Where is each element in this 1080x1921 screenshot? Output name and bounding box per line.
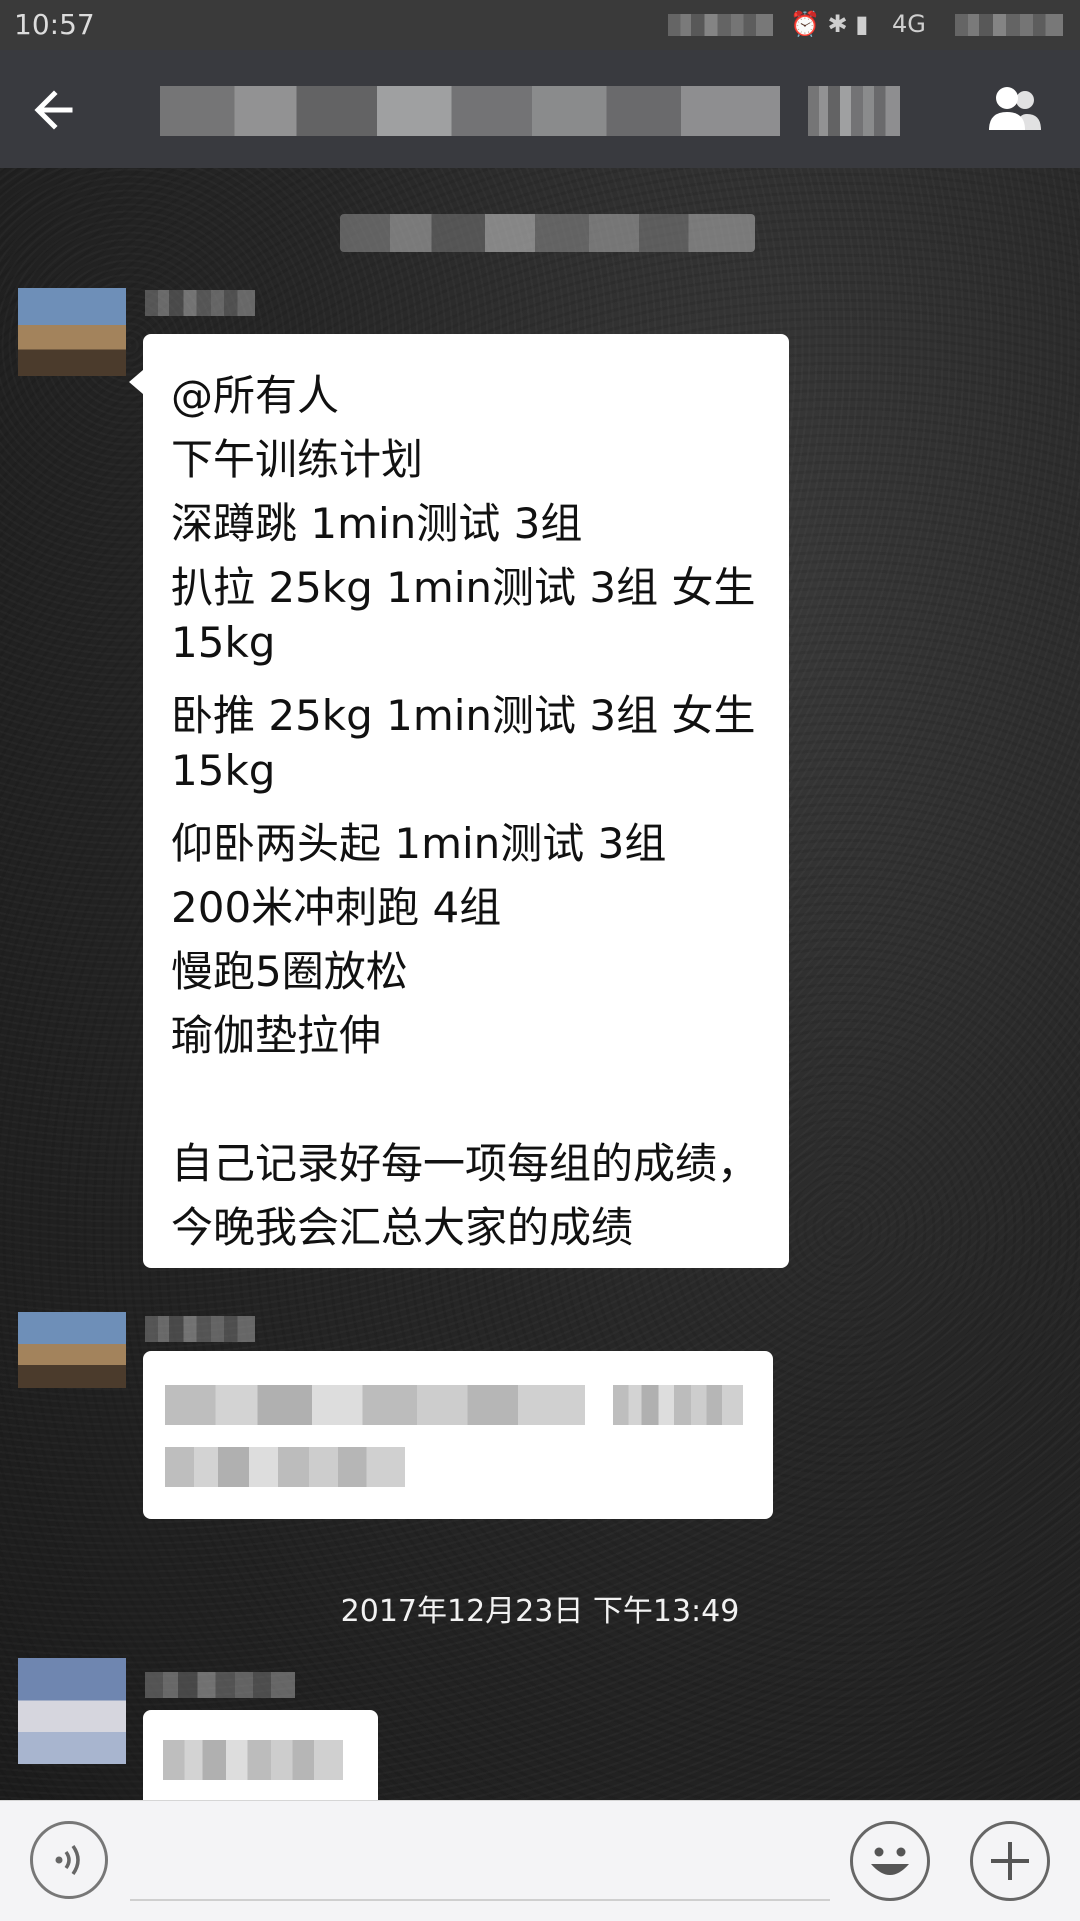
voice-button[interactable]: [30, 1821, 108, 1899]
emoji-icon: [871, 1847, 909, 1875]
message-line: 今晚我会汇总大家的成绩: [171, 1203, 634, 1252]
message-line: @所有人: [171, 371, 340, 420]
message-line: 慢跑5圈放松: [171, 947, 408, 996]
message-line: 扒拉 25kg 1min测试 3组 女生: [171, 563, 756, 612]
message-line: 卧推 25kg 1min测试 3组 女生: [171, 691, 756, 740]
blurred-text: [163, 1740, 343, 1780]
message-line: 15kg: [171, 618, 276, 667]
blurred-text: [165, 1447, 405, 1487]
status-blurred-area: [668, 14, 773, 36]
status-icons: ⏰ ✱ ▮: [790, 10, 869, 38]
message-line: 200米冲刺跑 4组: [171, 883, 502, 932]
message-bubble-blurred[interactable]: [143, 1351, 773, 1519]
avatar[interactable]: [18, 288, 126, 376]
chat-timestamp: 2017年12月23日 下午13:49: [340, 1594, 740, 1629]
message-line: 瑜伽垫拉伸: [171, 1011, 382, 1060]
avatar[interactable]: [18, 1658, 126, 1764]
message-input[interactable]: [130, 1829, 830, 1901]
message-line: 仰卧两头起 1min测试 3组: [171, 819, 667, 868]
status-bar: 10:57 ⏰ ✱ ▮ 4G: [0, 0, 1080, 50]
group-members-icon: [989, 87, 1041, 130]
chat-header: [0, 50, 1080, 168]
message-line: 深蹲跳 1min测试 3组: [171, 499, 583, 548]
message-line: 15kg: [171, 746, 276, 795]
message-line: 下午训练计划: [171, 435, 424, 484]
plus-icon: [991, 1842, 1029, 1880]
avatar[interactable]: [18, 1312, 126, 1388]
network-label: 4G: [892, 10, 926, 38]
chat-title-blurred: [160, 86, 780, 136]
blurred-text: [165, 1385, 585, 1425]
blurred-text: [613, 1385, 743, 1425]
chat-input-bar: [0, 1800, 1080, 1921]
voice-icon: [55, 1844, 80, 1876]
sender-name-blurred: [145, 290, 255, 316]
arrow-left-icon: [34, 90, 73, 130]
blurred-timestamp: [340, 214, 755, 252]
status-blurred-area-right: [955, 14, 1063, 36]
chat-title-blurred-count: [808, 86, 900, 136]
emoji-button[interactable]: [850, 1821, 930, 1901]
back-button[interactable]: [30, 80, 90, 140]
sender-name-blurred: [145, 1672, 295, 1698]
message-bubble-blurred[interactable]: [143, 1710, 378, 1800]
message-line: 自己记录好每一项每组的成绩，: [171, 1139, 760, 1188]
group-info-button[interactable]: [985, 82, 1045, 138]
status-time: 10:57: [14, 8, 95, 41]
message-bubble[interactable]: @所有人 下午训练计划 深蹲跳 1min测试 3组 扒拉 25kg 1min测试…: [129, 334, 789, 1268]
sender-name-blurred: [145, 1316, 255, 1342]
more-button[interactable]: [970, 1821, 1050, 1901]
